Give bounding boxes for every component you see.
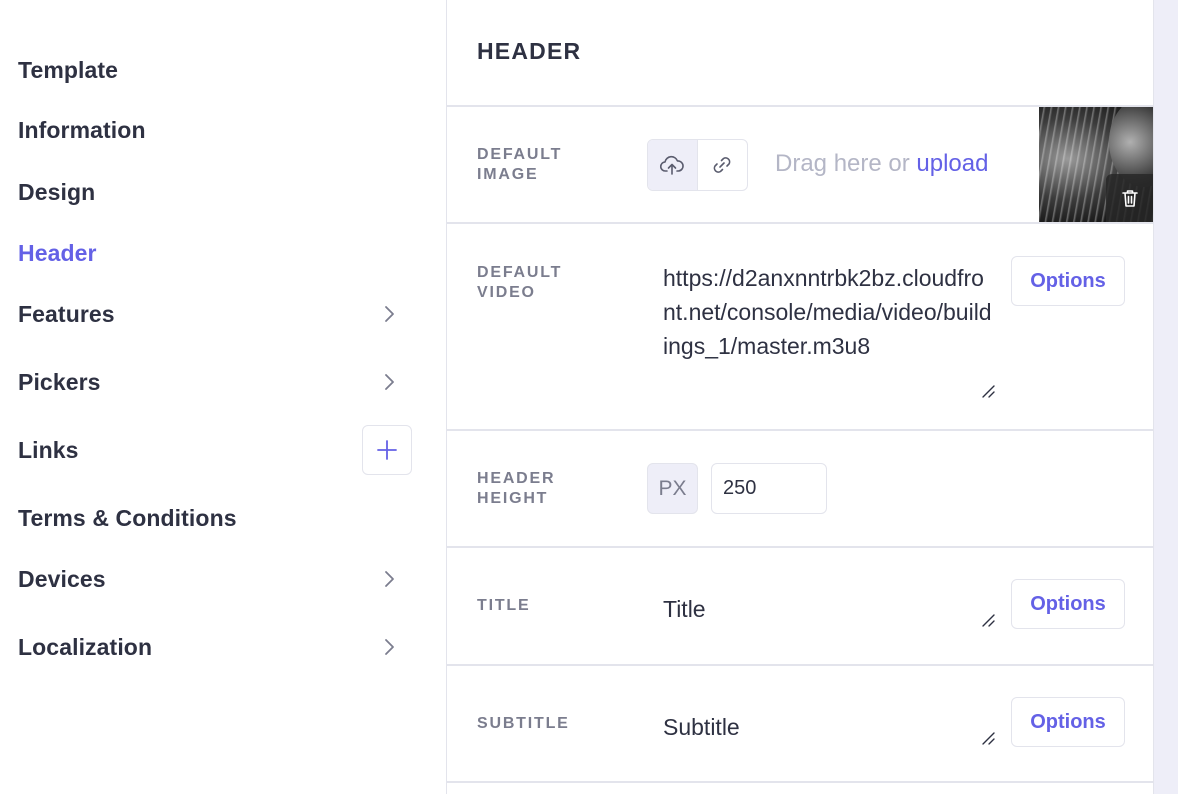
plus-icon	[377, 440, 397, 460]
chevron-right-icon[interactable]	[380, 373, 398, 391]
chevron-right-icon[interactable]	[380, 638, 398, 656]
title-label: TITLE	[477, 597, 531, 614]
upload-mode-button[interactable]	[648, 140, 698, 190]
cloud-upload-icon	[660, 155, 685, 175]
label-line: DEFAULT	[477, 264, 563, 281]
label-line: HEIGHT	[477, 490, 549, 507]
resize-handle-icon[interactable]	[980, 612, 996, 628]
sidebar-item-design[interactable]: Design	[18, 167, 412, 217]
title-field[interactable]: Title	[663, 592, 993, 626]
default-video-label: DEFAULT VIDEO	[477, 263, 562, 303]
header-settings-panel: HEADER DEFAULT IMAGE Drag here or upload	[446, 0, 1154, 794]
subtitle-options-button[interactable]: Options	[1011, 697, 1125, 747]
sidebar-item-label: Devices	[18, 565, 106, 592]
divider	[447, 664, 1154, 666]
divider	[447, 781, 1154, 783]
sidebar-item-label: Information	[18, 116, 146, 143]
label-line: VIDEO	[477, 284, 536, 301]
image-source-toggle	[647, 139, 748, 191]
sidebar-item-localization[interactable]: Localization	[18, 622, 412, 672]
sidebar-item-links[interactable]: Links	[18, 425, 412, 475]
page-title: HEADER	[477, 38, 582, 64]
header-height-input[interactable]	[711, 463, 827, 514]
sidebar-item-label: Links	[18, 436, 79, 463]
label-line: HEADER	[477, 470, 556, 487]
sidebar-item-header[interactable]: Header	[18, 228, 412, 278]
divider	[447, 222, 1154, 224]
video-options-button[interactable]: Options	[1011, 256, 1125, 306]
label-line: DEFAULT	[477, 146, 563, 163]
subtitle-field[interactable]: Subtitle	[663, 710, 993, 744]
default-image-thumbnail	[1039, 107, 1154, 222]
upload-link[interactable]: upload	[916, 150, 988, 177]
link-mode-button[interactable]	[698, 140, 748, 190]
sidebar: Template Information Design Header Featu…	[0, 0, 446, 794]
header-height-label: HEADER HEIGHT	[477, 469, 555, 509]
chevron-right-icon[interactable]	[380, 570, 398, 588]
subtitle-label: SUBTITLE	[477, 715, 570, 732]
sidebar-item-label: Header	[18, 239, 97, 266]
right-scroll-area	[1153, 0, 1178, 794]
resize-handle-icon[interactable]	[980, 730, 996, 746]
divider	[447, 429, 1154, 431]
resize-handle-icon[interactable]	[980, 383, 996, 399]
title-options-button[interactable]: Options	[1011, 579, 1125, 629]
chevron-right-icon[interactable]	[380, 305, 398, 323]
sidebar-item-devices[interactable]: Devices	[18, 554, 412, 604]
drop-zone[interactable]: Drag here or upload	[775, 150, 988, 178]
sidebar-item-label: Terms & Conditions	[18, 504, 237, 531]
sidebar-item-information[interactable]: Information	[18, 105, 412, 155]
sidebar-item-label: Template	[18, 56, 119, 83]
sidebar-item-label: Localization	[18, 633, 153, 660]
sidebar-item-pickers[interactable]: Pickers	[18, 357, 412, 407]
link-icon	[713, 157, 731, 173]
default-image-label: DEFAULT IMAGE	[477, 145, 562, 185]
sidebar-item-label: Design	[18, 178, 96, 205]
divider	[447, 546, 1154, 548]
add-link-button[interactable]	[362, 425, 412, 475]
drop-zone-text: Drag here or	[775, 150, 917, 177]
delete-image-button[interactable]	[1106, 174, 1154, 222]
sidebar-item-features[interactable]: Features	[18, 289, 412, 339]
sidebar-item-label: Features	[18, 300, 115, 327]
sidebar-item-terms[interactable]: Terms & Conditions	[18, 493, 412, 543]
sidebar-item-label: Pickers	[18, 368, 101, 395]
sidebar-item-template[interactable]: Template	[18, 45, 412, 95]
trash-icon	[1122, 190, 1138, 207]
label-line: IMAGE	[477, 166, 539, 183]
default-video-url-field[interactable]: https://d2anxnntrbk2bz.cloudfront.net/co…	[663, 261, 993, 363]
unit-badge: PX	[647, 463, 698, 514]
